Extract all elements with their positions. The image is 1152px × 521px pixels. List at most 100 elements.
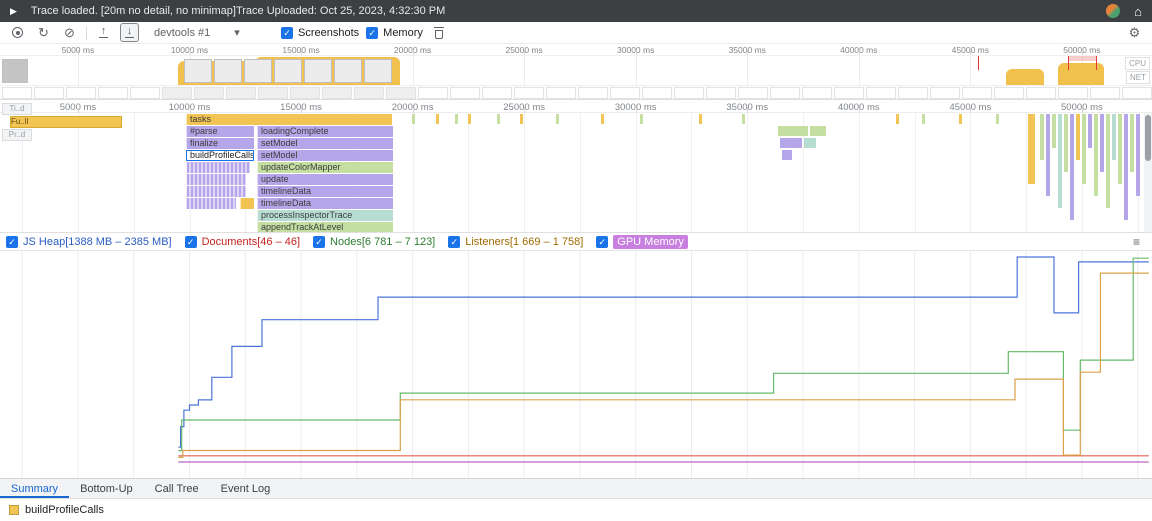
memory-chart[interactable]	[0, 251, 1152, 478]
flame-event-block[interactable]	[186, 198, 236, 209]
filmstrip-frame[interactable]	[962, 87, 992, 99]
settings-gear-icon[interactable]: ⚙	[1125, 23, 1144, 42]
memory-checkbox[interactable]: ✓ Memory	[366, 27, 423, 39]
counter-checkbox-gpu-memory[interactable]: ✓	[596, 236, 608, 248]
filmstrip-frame[interactable]	[226, 87, 256, 99]
filmstrip-frame[interactable]	[386, 87, 416, 99]
time-tick-mark	[970, 50, 971, 55]
filmstrip-frame[interactable]	[354, 87, 384, 99]
overview-cpu-strip[interactable]	[0, 56, 1152, 86]
screenshots-checkbox[interactable]: ✓ Screenshots	[281, 27, 359, 39]
timeline-overview[interactable]: 5000 ms10000 ms15000 ms20000 ms25000 ms3…	[0, 44, 1152, 100]
clear-button[interactable]: ⊘	[60, 23, 79, 42]
flame-event-block[interactable]	[240, 198, 254, 209]
flame-event-timelinedata[interactable]: timelineData	[257, 198, 393, 209]
flame-event-processinspectortrace[interactable]: processInspectorTrace	[257, 210, 393, 221]
flame-event-tasks[interactable]: tasks	[186, 114, 392, 125]
filmstrip-frame[interactable]	[802, 87, 832, 99]
filmstrip-frame[interactable]	[194, 87, 224, 99]
flame-gridline	[580, 113, 581, 232]
download-icon: ↓	[125, 27, 134, 39]
filmstrip-frame[interactable]	[610, 87, 640, 99]
activity-tick	[640, 114, 643, 124]
filmstrip-frame[interactable]	[482, 87, 512, 99]
tab-summary[interactable]: Summary	[0, 479, 69, 498]
filmstrip-frame[interactable]	[1122, 87, 1152, 99]
filmstrip-frame[interactable]	[418, 87, 448, 99]
filmstrip-frame[interactable]	[162, 87, 192, 99]
flame-event-timelinedata[interactable]: timelineData	[257, 186, 393, 197]
filmstrip-frame[interactable]	[738, 87, 768, 99]
reload-and-record-button[interactable]: ↻	[34, 23, 53, 42]
filmstrip-frame[interactable]	[994, 87, 1024, 99]
avatar[interactable]	[1106, 4, 1120, 18]
save-profile-button[interactable]: ↓	[120, 23, 139, 42]
counter-checkbox-listeners[interactable]: ✓	[448, 236, 460, 248]
filmstrip-frame[interactable]	[1026, 87, 1056, 99]
memory-chart-svg	[0, 251, 1152, 478]
flame-event-finalize[interactable]: finalize	[186, 138, 254, 149]
flame-event-parse[interactable]: #parse	[186, 126, 254, 137]
filmstrip-frame[interactable]	[34, 87, 64, 99]
flame-event-buildprofilecalls[interactable]: buildProfileCalls	[186, 150, 254, 161]
flame-event-block[interactable]	[186, 174, 246, 185]
load-profile-button[interactable]: ↑	[94, 23, 113, 42]
flame-event-loadingcomplete[interactable]: loadingComplete	[257, 126, 393, 137]
filmstrip-frame[interactable]	[322, 87, 352, 99]
play-icon[interactable]: ▶	[10, 6, 17, 17]
filmstrip-frame[interactable]	[98, 87, 128, 99]
filmstrip-frame[interactable]	[834, 87, 864, 99]
filmstrip-frame[interactable]	[674, 87, 704, 99]
filmstrip[interactable]	[0, 86, 1152, 100]
history-select[interactable]: devtools #1 ▾	[154, 26, 266, 39]
flame-event-appendtrackatlevel[interactable]: appendTrackAtLevel	[257, 222, 393, 233]
flame-event-block[interactable]	[186, 162, 250, 173]
filmstrip-frame[interactable]	[450, 87, 480, 99]
flame-scrollbar[interactable]	[1144, 113, 1152, 232]
counter-checkbox-js-heap[interactable]: ✓	[6, 236, 18, 248]
track-badge-1[interactable]: Fu..ll	[10, 116, 122, 128]
overflow-menu-icon[interactable]: ≡	[1133, 235, 1140, 249]
home-icon[interactable]: ⌂	[1134, 4, 1142, 19]
filmstrip-frame[interactable]	[1090, 87, 1120, 99]
filmstrip-frame[interactable]	[706, 87, 736, 99]
activity-bar	[804, 138, 816, 148]
filmstrip-frame[interactable]	[290, 87, 320, 99]
filmstrip-frame[interactable]	[2, 87, 32, 99]
filmstrip-frame[interactable]	[546, 87, 576, 99]
time-tick-mark	[301, 108, 302, 113]
scrollbar-thumb[interactable]	[1145, 115, 1151, 161]
time-tick-mark	[524, 50, 525, 55]
flame-event-setmodel[interactable]: setModel	[257, 150, 393, 161]
filmstrip-frame[interactable]	[930, 87, 960, 99]
tab-call-tree[interactable]: Call Tree	[144, 479, 210, 498]
filmstrip-frame[interactable]	[866, 87, 896, 99]
record-button[interactable]	[8, 23, 27, 42]
filmstrip-frame[interactable]	[642, 87, 672, 99]
filmstrip-frame[interactable]	[130, 87, 160, 99]
activity-tick	[412, 114, 415, 124]
filmstrip-frame[interactable]	[898, 87, 928, 99]
counter-checkbox-nodes[interactable]: ✓	[313, 236, 325, 248]
tab-event-log[interactable]: Event Log	[210, 479, 282, 498]
filmstrip-frame[interactable]	[66, 87, 96, 99]
flame-event-updatecolormapper[interactable]: updateColorMapper	[257, 162, 393, 173]
activity-bar	[1130, 114, 1134, 172]
track-badge-0[interactable]: Ti..d	[2, 103, 32, 115]
flame-event-block[interactable]	[186, 186, 246, 197]
counter-checkbox-documents[interactable]: ✓	[185, 236, 197, 248]
flame-chart[interactable]: 5000 ms10000 ms15000 ms20000 ms25000 ms3…	[0, 100, 1152, 232]
counter-label: Nodes[6 781 – 7 123]	[330, 236, 435, 248]
tab-bottom-up[interactable]: Bottom-Up	[69, 479, 144, 498]
track-badge-2[interactable]: Pr..d	[2, 129, 32, 141]
filmstrip-frame[interactable]	[1058, 87, 1088, 99]
filmstrip-frame[interactable]	[514, 87, 544, 99]
flame-event-setmodel[interactable]: setModel	[257, 138, 393, 149]
activity-bar	[1058, 114, 1062, 208]
filmstrip-frame[interactable]	[258, 87, 288, 99]
collect-garbage-button[interactable]	[430, 23, 449, 42]
flame-gridline	[747, 113, 748, 232]
flame-event-update[interactable]: update	[257, 174, 393, 185]
filmstrip-frame[interactable]	[770, 87, 800, 99]
filmstrip-frame[interactable]	[578, 87, 608, 99]
